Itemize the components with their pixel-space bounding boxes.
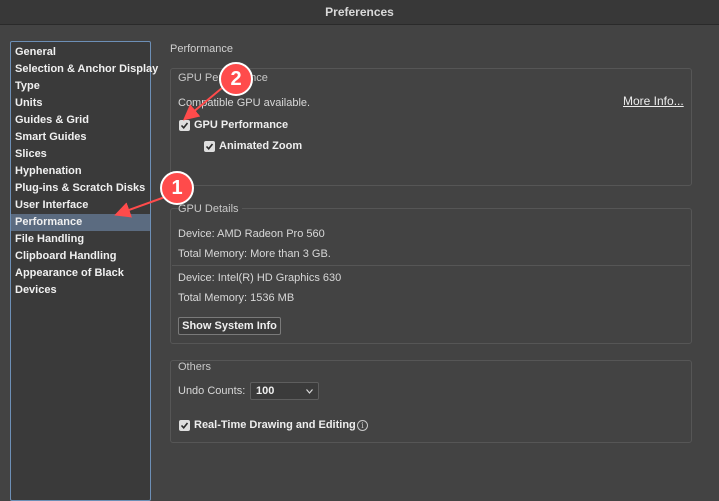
annotation-arrows [114, 87, 223, 218]
annotation-badge-1: 1 [160, 171, 194, 205]
arrow-to-gpu-checkbox [182, 87, 223, 121]
annotation-badge-2: 2 [219, 62, 253, 96]
arrow-to-performance [114, 196, 166, 218]
